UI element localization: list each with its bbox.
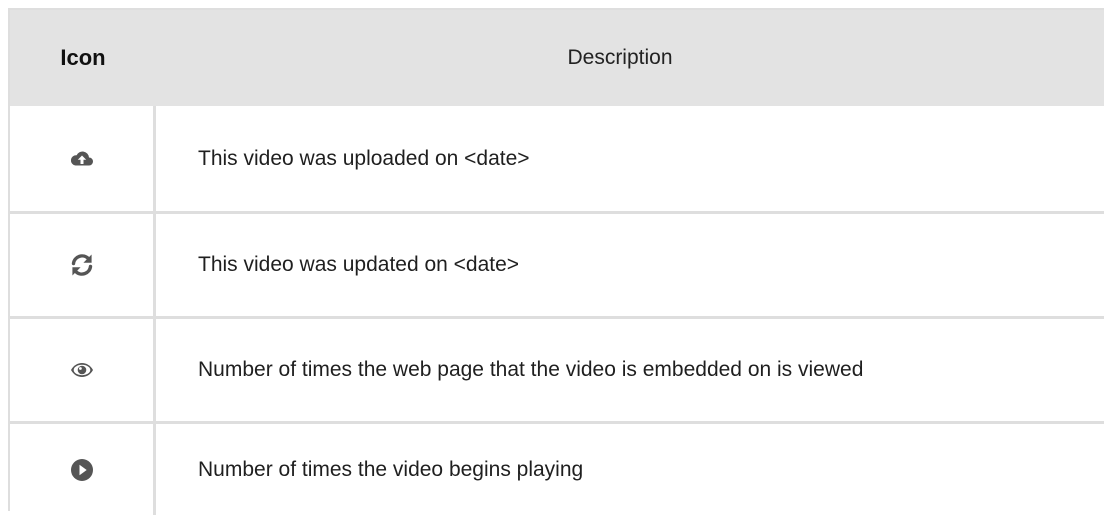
icon-cell xyxy=(10,106,156,211)
header-icon: Icon xyxy=(60,45,106,70)
row-description: This video was updated on <date> xyxy=(198,253,520,276)
icon-cell xyxy=(10,214,156,316)
play-circle-icon xyxy=(70,458,94,482)
eye-icon xyxy=(70,362,94,378)
icon-legend-table: Icon Description This video was uploaded… xyxy=(8,8,1104,515)
table-row: Number of times the web page that the vi… xyxy=(10,316,1104,421)
table-row: This video was uploaded on <date> xyxy=(10,106,1104,211)
refresh-icon xyxy=(69,252,95,278)
table-row: This video was updated on <date> xyxy=(10,211,1104,316)
cloud-upload-icon xyxy=(70,149,94,169)
row-description: This video was uploaded on <date> xyxy=(198,146,530,170)
row-description: Number of times the video begins playing xyxy=(198,457,584,481)
header-description: Description xyxy=(567,46,673,69)
icon-cell xyxy=(10,319,156,421)
icon-cell xyxy=(10,424,156,515)
row-description: Number of times the web page that the vi… xyxy=(198,358,864,381)
table-header-row: Icon Description xyxy=(10,10,1104,106)
table-row: Number of times the video begins playing xyxy=(10,421,1104,515)
